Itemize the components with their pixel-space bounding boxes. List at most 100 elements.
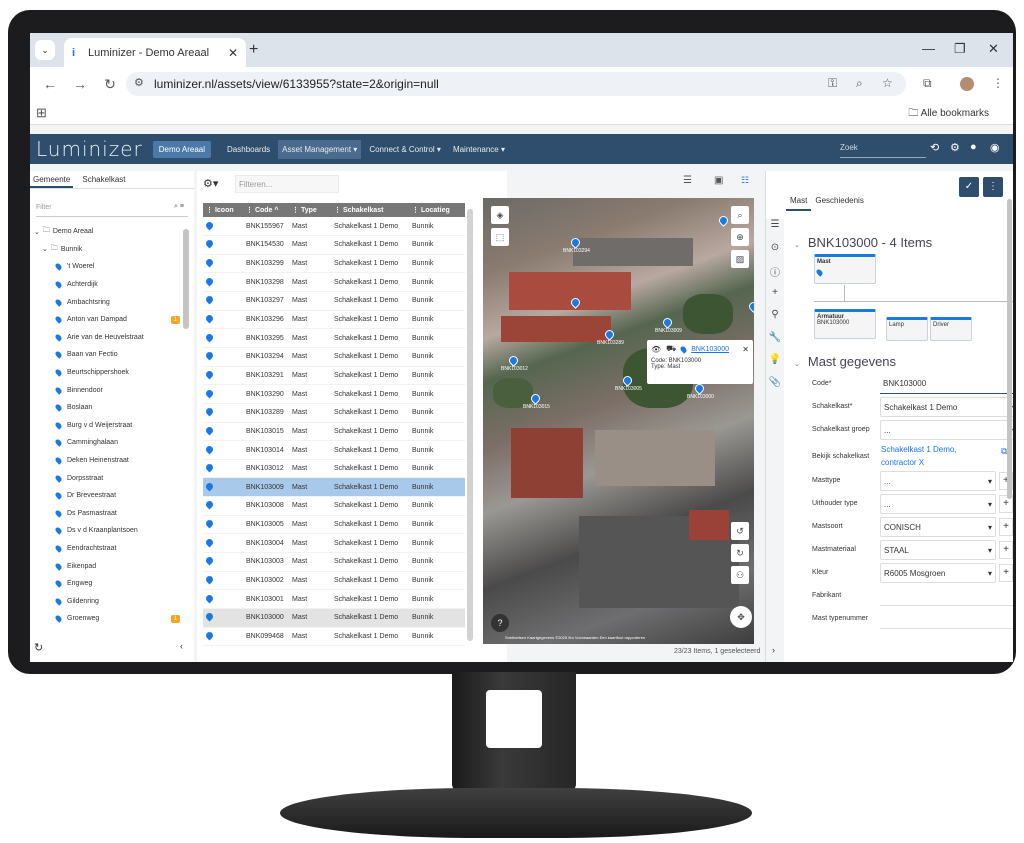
chevron-down-icon[interactable]: ⌄ bbox=[42, 245, 48, 253]
expand-sidebar-icon[interactable]: › bbox=[772, 645, 775, 655]
table-row[interactable]: BNK099468 Mast Schakelkast 1 Demo Bunnik bbox=[203, 627, 465, 647]
collapse-icon[interactable]: ⌄ bbox=[794, 361, 800, 368]
map-mast-pin[interactable]: BNK103005 bbox=[615, 374, 642, 392]
tree-node-street[interactable]: Camminghalaan bbox=[30, 434, 194, 452]
location-pin-icon[interactable]: ⚲ bbox=[766, 309, 784, 332]
tree-node-street[interactable]: Beurtschippershoek bbox=[30, 364, 194, 382]
menu-asset-management[interactable]: Asset Management ▾ bbox=[278, 139, 362, 159]
chevron-down-icon[interactable]: ⌄ bbox=[34, 228, 40, 236]
close-window-icon[interactable]: ✕ bbox=[988, 41, 999, 57]
tree-node-street[interactable]: Arie van de Heuvelstraat bbox=[30, 329, 194, 347]
table-row[interactable]: BNK103297 Mast Schakelkast 1 Demo Bunnik bbox=[203, 291, 465, 311]
column-header[interactable]: ⋮ Schakelkast bbox=[331, 203, 409, 217]
column-header[interactable]: ⋮ Type bbox=[289, 203, 331, 217]
code-input[interactable]: BNK103000 bbox=[880, 374, 1013, 394]
wrench-icon[interactable]: 🔧 bbox=[766, 332, 784, 355]
forward-icon[interactable]: → bbox=[70, 76, 90, 92]
tree-scrollbar[interactable] bbox=[183, 229, 189, 329]
areaal-button[interactable]: Demo Areaal bbox=[152, 140, 212, 158]
extensions-icon[interactable]: ⧉ bbox=[923, 76, 932, 91]
tree-node-street[interactable]: Baan van Fectio bbox=[30, 346, 194, 364]
table-row[interactable]: BNK103295 Mast Schakelkast 1 Demo Bunnik bbox=[203, 328, 465, 348]
tree-node-street[interactable]: Eikenpad bbox=[30, 557, 194, 575]
node-lamp[interactable]: Lamp bbox=[886, 317, 928, 341]
locate-icon[interactable]: ⊕ bbox=[731, 228, 749, 246]
table-row[interactable]: BNK103291 Mast Schakelkast 1 Demo Bunnik bbox=[203, 366, 465, 386]
table-row[interactable]: BNK103005 Mast Schakelkast 1 Demo Bunnik bbox=[203, 515, 465, 535]
detail-scrollbar[interactable] bbox=[1007, 199, 1012, 499]
settings-icon[interactable]: ⚙ bbox=[950, 141, 960, 154]
tree-node-street[interactable]: Dorpsstraat bbox=[30, 469, 194, 487]
tab-gemeente[interactable]: Gemeente bbox=[30, 171, 74, 188]
add-icon[interactable]: + bbox=[766, 287, 784, 310]
kleur-select[interactable]: R6005 Mosgroen ▾ bbox=[880, 563, 996, 583]
dropdown-icon[interactable]: ▾ bbox=[988, 546, 992, 555]
tree-node-root[interactable]: ⌄ 🗀 Demo Areaal bbox=[30, 223, 194, 241]
tree-node-street[interactable]: Binnendoor bbox=[30, 381, 194, 399]
url-field[interactable]: ⚙ luminizer.nl/assets/view/6133955?state… bbox=[126, 72, 906, 96]
app-search-input[interactable]: Zoek bbox=[840, 138, 926, 158]
table-row[interactable]: BNK103001 Mast Schakelkast 1 Demo Bunnik bbox=[203, 589, 465, 609]
history-icon[interactable]: ⟲ bbox=[930, 141, 939, 154]
dropdown-icon[interactable]: ▾ bbox=[988, 523, 992, 532]
search-filter-icon[interactable]: ⌕ ≡ bbox=[174, 203, 184, 211]
menu-maintenance[interactable]: Maintenance ▾ bbox=[449, 140, 509, 159]
table-row[interactable]: BNK103299 Mast Schakelkast 1 Demo Bunnik bbox=[203, 254, 465, 274]
map-mast-pin[interactable]: BNK103289 bbox=[597, 328, 624, 346]
table-row[interactable]: BNK103015 Mast Schakelkast 1 Demo Bunnik bbox=[203, 422, 465, 442]
tree-node-street[interactable]: 't Woerel bbox=[30, 258, 194, 276]
tab-mast[interactable]: Mast bbox=[786, 194, 812, 211]
reload-icon[interactable]: ↻ bbox=[100, 76, 120, 93]
group-icon[interactable]: ⚇ bbox=[731, 566, 749, 584]
image-view-icon[interactable]: ▣ bbox=[714, 175, 723, 186]
collapse-panel-icon[interactable]: ‹ bbox=[180, 641, 183, 651]
schakelkast-select[interactable]: Schakelkast 1 Demo▾ bbox=[880, 397, 1013, 417]
list-view-icon[interactable]: ☰ bbox=[683, 175, 692, 186]
dropdown-icon[interactable]: ▾ bbox=[988, 500, 992, 509]
tree-node-street[interactable]: Anton van Dampad 1 bbox=[30, 311, 194, 329]
zoom-icon[interactable]: ⌕ bbox=[856, 76, 863, 91]
table-row[interactable]: BNK103009 Mast Schakelkast 1 Demo Bunnik bbox=[203, 477, 465, 498]
new-tab-button[interactable]: + bbox=[249, 41, 258, 59]
tab-geschiedenis[interactable]: Geschiedenis bbox=[811, 194, 867, 211]
attachment-icon[interactable]: 📎 bbox=[766, 377, 784, 400]
browser-tab[interactable]: i Luminizer - Demo Areaal ✕ bbox=[64, 38, 246, 67]
popup-asset-link[interactable]: BNK103000 bbox=[691, 346, 729, 353]
tree-node-street[interactable]: Ambachtsring bbox=[30, 293, 194, 311]
bekijk-schakelkast-link[interactable]: Schakelkast 1 Demo, contractor X bbox=[881, 443, 991, 469]
table-settings-icon[interactable]: ⚙▾ bbox=[203, 177, 218, 190]
groep-select[interactable]: ...▾ bbox=[880, 420, 1013, 440]
map-mast-pin[interactable] bbox=[717, 214, 730, 227]
table-row[interactable]: BNK103000 Mast Schakelkast 1 Demo Bunnik bbox=[203, 608, 465, 628]
tree-node-street[interactable]: Boslaan bbox=[30, 399, 194, 417]
collapse-icon[interactable]: ⌄ bbox=[794, 242, 800, 249]
uithouder-select[interactable]: ... ▾ bbox=[880, 494, 996, 514]
info-icon[interactable]: ⓘ bbox=[766, 264, 784, 287]
table-row[interactable]: BNK103014 Mast Schakelkast 1 Demo Bunnik bbox=[203, 440, 465, 460]
map-mast-pin[interactable]: BNK103012 bbox=[501, 354, 528, 372]
asset-hierarchy-header[interactable]: ⌄ BNK103000 - 4 Items bbox=[794, 235, 932, 250]
menu-connect-control[interactable]: Connect & Control ▾ bbox=[365, 140, 445, 159]
all-bookmarks[interactable]: 🗀 Alle bookmarks bbox=[908, 106, 989, 123]
select-area-icon[interactable]: ⬚ bbox=[491, 228, 509, 246]
car-icon[interactable]: ⛟ bbox=[666, 344, 676, 354]
help-icon[interactable]: ? bbox=[491, 614, 509, 632]
map-mast-pin[interactable] bbox=[569, 296, 582, 309]
tree-node-street[interactable]: Dr Breveestraat bbox=[30, 487, 194, 505]
tree-node-street[interactable]: Deken Heinenstraat bbox=[30, 452, 194, 470]
dropdown-icon[interactable]: ▾ bbox=[988, 569, 992, 578]
confirm-button[interactable]: ✓ bbox=[959, 177, 979, 197]
table-scrollbar[interactable] bbox=[467, 209, 473, 641]
node-driver[interactable]: Driver bbox=[930, 317, 972, 341]
mast-gegevens-header[interactable]: ⌄ Mast gegevens bbox=[794, 354, 896, 369]
split-view-icon[interactable]: ☷ bbox=[741, 175, 749, 186]
lightbulb-icon[interactable]: 💡 bbox=[766, 354, 784, 377]
table-row[interactable]: BNK154530 Mast Schakelkast 1 Demo Bunnik bbox=[203, 235, 465, 255]
tree-node-street[interactable]: Gildenring bbox=[30, 592, 194, 610]
table-filter-input[interactable]: Filteren... bbox=[235, 175, 339, 193]
notifications-icon[interactable]: ◉ bbox=[990, 141, 1000, 154]
tree-node-street[interactable]: Groenweg 1 bbox=[30, 610, 194, 628]
star-icon[interactable]: ☆ bbox=[882, 76, 893, 90]
map-search-icon[interactable]: ⌕ bbox=[731, 206, 749, 224]
user-icon[interactable]: ● bbox=[970, 141, 977, 153]
